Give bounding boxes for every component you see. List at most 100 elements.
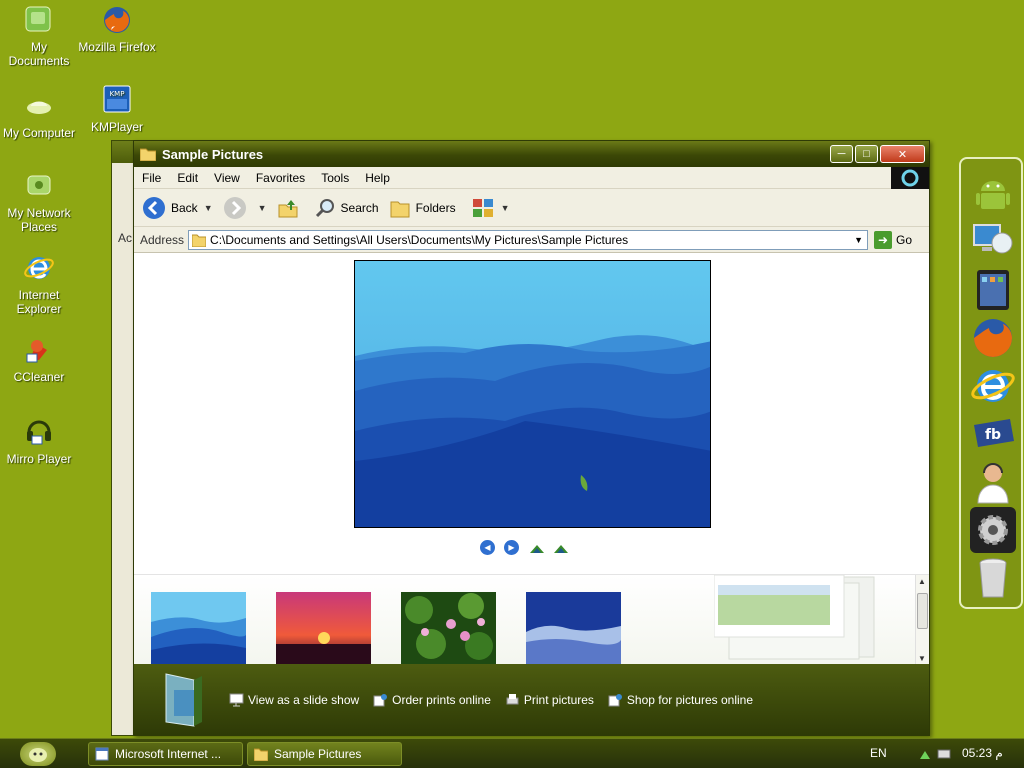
task-label: Print pictures (523, 692, 594, 707)
task-order-prints[interactable]: Order prints online (373, 693, 491, 707)
task-label: View as a slide show (248, 692, 360, 707)
ie-window-icon (95, 747, 109, 761)
network-tray-icon[interactable] (918, 747, 932, 761)
facebook-icon: fb (974, 419, 1014, 447)
maximize-icon: □ (863, 148, 870, 160)
filmstrip-scrollbar[interactable]: ▲ ▼ (915, 575, 929, 665)
back-label: Back (171, 200, 198, 215)
thumbnail-image (401, 592, 496, 664)
views-button[interactable]: ▼ (472, 197, 510, 219)
printer-icon (506, 693, 519, 704)
desktop-icon-kmplayer[interactable]: KMP KMPlayer (78, 84, 156, 134)
thumbnail-image (276, 592, 371, 664)
my-network-places-icon (23, 170, 55, 202)
scroll-up-icon[interactable]: ▲ (918, 577, 926, 586)
throbber-icon (901, 169, 919, 187)
task-view-slideshow[interactable]: View as a slide show (229, 693, 359, 707)
desktop-icon-label: My Computer (2, 126, 76, 140)
folder-icon (140, 148, 156, 161)
scrollbar-thumb[interactable] (917, 593, 928, 629)
desktop-icon-mirro-player[interactable]: Mirro Player (0, 416, 78, 466)
volume-tray-icon[interactable] (937, 747, 951, 761)
shop-online-icon (608, 693, 622, 706)
rotate-clockwise-icon[interactable] (528, 542, 546, 554)
search-button[interactable]: Search (314, 197, 379, 219)
my-computer-icon (23, 90, 55, 122)
menu-file[interactable]: File (134, 171, 169, 185)
task-print-pictures[interactable]: Print pictures (505, 693, 594, 707)
views-dropdown-icon: ▼ (500, 202, 510, 213)
taskbar-button-internet-explorer[interactable]: Microsoft Internet ... (88, 742, 243, 766)
up-folder-icon (278, 199, 298, 217)
preview-image[interactable] (354, 260, 711, 528)
rotate-counterclockwise-icon[interactable] (552, 542, 570, 554)
previous-image-button[interactable]: ◀ (480, 540, 495, 555)
back-arrow-icon (143, 196, 165, 219)
address-folder-icon (192, 234, 207, 247)
firefox-icon (101, 4, 133, 36)
minimize-button[interactable]: ─ (830, 145, 853, 163)
address-dropdown-icon[interactable]: ▼ (854, 235, 863, 245)
menu-tools[interactable]: Tools (313, 171, 357, 185)
window-titlebar[interactable]: Sample Pictures ─ □ ✕ (134, 141, 929, 167)
background-window-text: Ac (118, 231, 133, 245)
system-clock[interactable]: 05:23 م (962, 746, 1003, 760)
dock-facebook[interactable]: fb (970, 411, 1016, 457)
thumbnail-sunset[interactable] (276, 592, 371, 664)
thumbnail-winter[interactable] (526, 592, 621, 664)
network-computer-icon (973, 224, 1013, 254)
menu-help[interactable]: Help (357, 171, 398, 185)
forward-button[interactable]: ▼ (223, 196, 267, 220)
dock-tablet[interactable] (970, 267, 1016, 313)
next-image-button[interactable]: ▶ (504, 540, 519, 555)
close-button[interactable]: ✕ (880, 145, 925, 163)
forward-dropdown-icon[interactable]: ▼ (258, 203, 267, 213)
address-bar: Address C:\Documents and Settings\All Us… (134, 227, 929, 253)
dock-firefox[interactable] (970, 315, 1016, 361)
support-agent-icon (977, 463, 1009, 504)
dock-settings[interactable] (970, 507, 1016, 553)
scroll-down-icon[interactable]: ▼ (918, 654, 926, 663)
dock-android[interactable] (970, 171, 1016, 217)
dock-support[interactable] (970, 459, 1016, 505)
address-input[interactable]: C:\Documents and Settings\All Users\Docu… (188, 229, 869, 250)
maximize-button[interactable]: □ (855, 145, 878, 163)
taskbar-button-sample-pictures[interactable]: Sample Pictures (247, 742, 402, 766)
menu-favorites[interactable]: Favorites (248, 171, 313, 185)
dock-recycle-bin[interactable] (970, 555, 1016, 601)
go-button[interactable]: ➜ Go (874, 230, 913, 249)
folders-icon (390, 201, 410, 217)
start-button[interactable] (20, 742, 56, 766)
search-label: Search (340, 200, 379, 215)
dock-network[interactable] (970, 219, 1016, 265)
desktop-icon-my-computer[interactable]: My Computer (0, 90, 78, 140)
internet-explorer-icon (23, 252, 55, 284)
folder-preview-stack (713, 574, 884, 665)
menu-view[interactable]: View (206, 171, 248, 185)
desktop-icon-label: Mirro Player (6, 452, 72, 466)
go-label: Go (896, 232, 913, 247)
folder-tasks-graphic (162, 670, 206, 730)
task-shop-pictures[interactable]: Shop for pictures online (608, 693, 753, 707)
explorer-window[interactable]: Sample Pictures ─ □ ✕ File Edit View Fav… (133, 140, 930, 736)
desktop-icon-my-documents[interactable]: My Documents (0, 4, 78, 68)
toolbar: Back ▼ ▼ Search Folders ▼ (134, 189, 929, 227)
up-folder-button[interactable] (277, 197, 304, 219)
desktop-icon-mozilla-firefox[interactable]: Mozilla Firefox (78, 4, 156, 54)
mirro-player-icon (23, 416, 55, 448)
desktop-icon-label: KMPlayer (90, 120, 143, 134)
back-dropdown-icon[interactable]: ▼ (204, 203, 213, 213)
menu-edit[interactable]: Edit (169, 171, 206, 185)
desktop-icon-ccleaner[interactable]: CCleaner (0, 334, 78, 384)
language-indicator[interactable]: EN (870, 746, 887, 760)
window-title: Sample Pictures (162, 146, 264, 162)
taskbar: Microsoft Internet ... Sample Pictures E… (0, 738, 1024, 768)
desktop-icon-internet-explorer[interactable]: Internet Explorer (0, 252, 78, 316)
folders-button[interactable]: Folders (389, 197, 456, 219)
thumbnail-blue-hills[interactable] (151, 592, 246, 664)
thumbnail-water-lilies[interactable] (401, 592, 496, 664)
desktop-icon-my-network-places[interactable]: My Network Places (0, 170, 78, 234)
dock-internet-explorer[interactable] (970, 363, 1016, 409)
minimize-icon: ─ (837, 148, 846, 160)
back-button[interactable]: Back ▼ (142, 196, 213, 220)
